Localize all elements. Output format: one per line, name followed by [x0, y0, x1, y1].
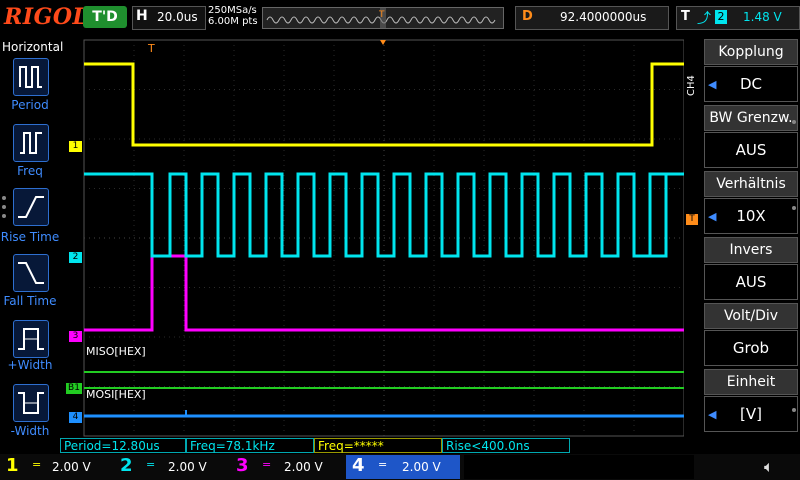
miso-bus-label: MISO[HEX]	[86, 345, 146, 358]
trigger-source: 2	[715, 10, 727, 24]
channel-tag: CH4	[686, 75, 697, 96]
trigger-level-marker[interactable]: T	[686, 214, 698, 225]
ch2-marker[interactable]: 2	[69, 252, 82, 263]
freq-label: Freq	[17, 164, 43, 178]
probe-ratio-value[interactable]: 10X	[704, 198, 798, 234]
ch1-scale: 2.00 V	[52, 460, 91, 474]
frequency-icon	[20, 132, 42, 154]
positive-width-icon	[18, 328, 44, 350]
delay-key-label: D	[522, 9, 533, 24]
positive-width-label: +Width	[7, 358, 53, 372]
acquisition-info: 250MSa/s 6.00M pts	[208, 5, 258, 27]
negative-width-label: -Width	[10, 424, 50, 438]
trigger-key-label: T	[681, 9, 690, 24]
trigger-level: 1.48 V	[743, 10, 782, 24]
bw-limit-value[interactable]: AUS	[704, 132, 798, 168]
ch4-coupling-icon: =	[378, 458, 388, 471]
unit-value[interactable]: [V]	[704, 396, 798, 432]
svg-text:T: T	[378, 10, 385, 20]
negative-width-icon	[18, 392, 44, 414]
right-scroll-dot-icon	[792, 120, 796, 124]
rise-time-label: Rise Time	[0, 230, 60, 244]
horizontal-key-label: H	[136, 8, 148, 24]
coupling-title: Kopplung	[704, 39, 798, 65]
negative-width-button[interactable]	[13, 384, 49, 422]
volt-div-title: Volt/Div	[704, 303, 798, 329]
trigger-position-marker: T	[147, 42, 155, 55]
positive-width-button[interactable]	[13, 320, 49, 358]
memory-depth: 6.00M pts	[208, 16, 258, 27]
measure-freq-ch1[interactable]: Freq=*****	[314, 438, 442, 453]
ch2-number: 2	[120, 455, 133, 476]
fall-time-icon	[18, 262, 44, 284]
ch2-status[interactable]: 2 = 2.00 V	[114, 455, 226, 479]
bottom-bar-spacer	[464, 455, 694, 479]
ch3-coupling-icon: =	[262, 458, 272, 471]
probe-ratio-select-icon: ◀	[708, 210, 717, 223]
rigol-logo: RIGOL	[4, 4, 89, 30]
rise-time-button[interactable]	[13, 188, 49, 226]
trigger-control[interactable]: T ⤴ 2 1.48 V	[676, 6, 800, 30]
ch4-scale: 2.00 V	[402, 460, 441, 474]
right-scroll-dot-icon	[792, 408, 796, 412]
memory-overview-icon: T	[266, 8, 496, 28]
sample-rate: 250MSa/s	[208, 5, 257, 16]
ch4-number: 4	[352, 455, 365, 476]
mosi-bus-label: MOSI[HEX]	[86, 388, 146, 401]
freq-button[interactable]	[13, 124, 49, 162]
trigger-status-badge: T'D	[83, 6, 127, 28]
ch2-coupling-icon: =	[146, 458, 156, 471]
measure-period[interactable]: Period=12.80us	[60, 438, 186, 453]
timebase-value: 20.0us	[157, 10, 198, 24]
ch1-coupling-icon: =	[32, 458, 42, 471]
ch1-marker[interactable]: 1	[69, 141, 82, 152]
waveform-display[interactable]: T	[60, 38, 685, 438]
ch3-marker[interactable]: 3	[69, 331, 82, 342]
invert-value[interactable]: AUS	[704, 264, 798, 300]
memory-overview-bar[interactable]: T	[262, 7, 504, 29]
waveform-grid: T	[83, 39, 685, 437]
ch3-number: 3	[236, 455, 249, 476]
volt-div-value[interactable]: Grob	[704, 330, 798, 366]
timebase-control[interactable]: H 20.0us	[132, 6, 206, 30]
coupling-select-icon: ◀	[708, 78, 717, 91]
ch3-scale: 2.00 V	[284, 460, 323, 474]
right-scroll-dot-icon	[792, 206, 796, 210]
ch2-scale: 2.00 V	[168, 460, 207, 474]
period-button[interactable]	[13, 58, 49, 96]
ch1-status[interactable]: 1 = 2.00 V	[0, 455, 112, 479]
ch4-status-active[interactable]: 4 = 2.00 V	[346, 455, 460, 479]
measure-rise[interactable]: Rise<400.0ns	[442, 438, 570, 453]
unit-title: Einheit	[704, 369, 798, 395]
fall-time-button[interactable]	[13, 254, 49, 292]
rise-time-icon	[18, 196, 44, 218]
measure-panel-title: Horizontal	[2, 40, 64, 54]
measure-freq[interactable]: Freq=78.1kHz	[186, 438, 314, 453]
coupling-value[interactable]: DC	[704, 66, 798, 102]
rising-edge-icon: ⤴	[697, 11, 711, 27]
probe-ratio-title: Verhältnis	[704, 171, 798, 197]
delay-control[interactable]: D 92.4000000us	[515, 6, 669, 30]
ch3-status[interactable]: 3 = 2.00 V	[230, 455, 342, 479]
bw-limit-title: BW Grenzw.	[704, 105, 798, 131]
bus1-marker[interactable]: B1	[66, 383, 82, 394]
ch4-marker[interactable]: 4	[69, 412, 82, 423]
fall-time-label: Fall Time	[3, 294, 57, 308]
period-label: Period	[11, 98, 49, 112]
invert-title: Invers	[704, 237, 798, 263]
menu-scroll-indicator	[2, 196, 7, 226]
speaker-muted-icon[interactable]: 🔈︎	[764, 457, 774, 477]
period-icon	[19, 66, 42, 88]
unit-select-icon: ◀	[708, 408, 717, 421]
ch1-number: 1	[6, 455, 19, 476]
delay-value: 92.4000000us	[560, 10, 647, 24]
